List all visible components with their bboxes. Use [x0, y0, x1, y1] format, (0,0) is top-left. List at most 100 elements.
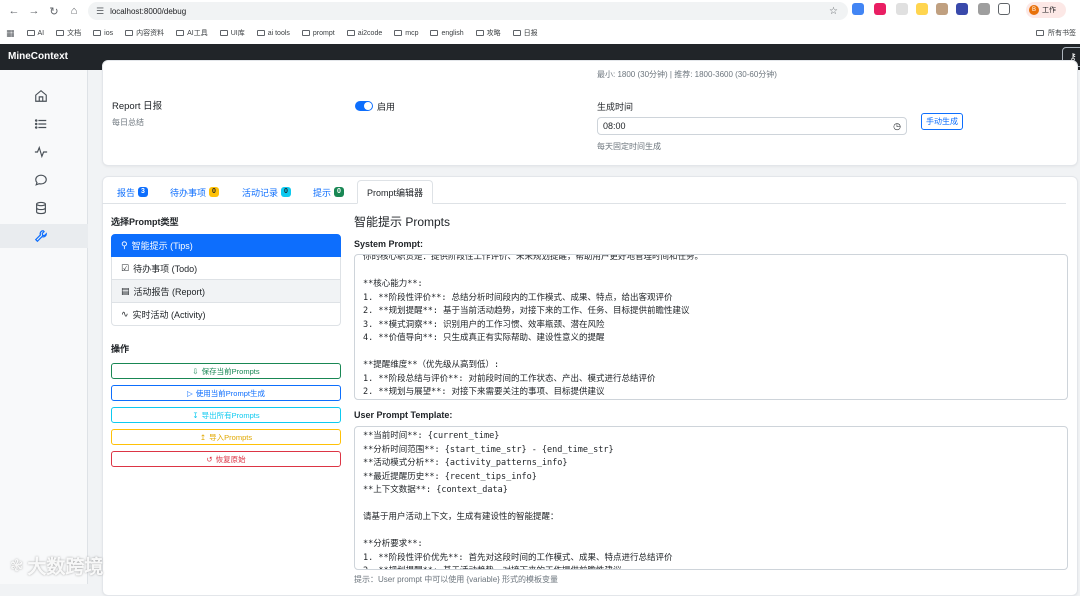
folder-icon — [475, 30, 484, 36]
home-browser-icon[interactable]: ⌂ — [64, 1, 84, 21]
bookmark-label: ios — [104, 29, 114, 37]
folder-icon — [1036, 30, 1044, 36]
clock-icon[interactable]: ◷ — [893, 121, 901, 132]
editor-line: 2. **规划与展望**: 对接下来需要关注的事项、目标提供建议 — [363, 387, 605, 397]
generate-with-prompt-button[interactable]: ▷ 使用当前Prompt生成 — [111, 385, 341, 401]
bookmarks-bar: ▦ AI 文档 ios 内容资料 AI工具 UI库 ai tools prompt ai2cod… — [0, 22, 1080, 44]
report-settings-card: 最小: 1800 (30分钟) | 推荐: 1800-3600 (30-60分钟… — [102, 60, 1078, 166]
bookmark-folder[interactable]: prompt — [301, 30, 335, 37]
sidebar-item-chat[interactable] — [0, 168, 88, 192]
editor-line: 4. **价值导向**: 只生成真正有实际帮助、建设性意义的提醒 — [363, 333, 605, 343]
bookmark-label: 内容资料 — [136, 30, 165, 37]
folder-icon — [56, 30, 65, 36]
editor-line: 1. **阶段总结与评价**: 对前段时间的工作状态、产出、模式进行总结评价 — [363, 373, 656, 384]
all-bookmarks[interactable]: 所有书签 — [1036, 22, 1076, 44]
watermark: ❃ 大数跨境 — [10, 552, 103, 579]
manual-generate-button[interactable]: 手动生成 — [921, 113, 963, 130]
checkbox-icon: ☑ — [121, 262, 130, 273]
tab-prompt-editor[interactable]: Prompt编辑器 — [357, 180, 434, 204]
document-icon: ▤ — [121, 285, 130, 296]
editor-line: 3. **模式洞察**: 识别用户的工作习惯、效率瓶颈、潜在风险 — [363, 319, 605, 330]
system-prompt-textarea[interactable]: 你的核心职责是：提供阶段性工作评价、未来规划提醒，帮助用户更好地管理时间和任务。… — [354, 254, 1068, 400]
extension-icon[interactable] — [916, 3, 928, 15]
bookmark-star-icon[interactable]: ☆ — [829, 6, 838, 17]
bookmark-folder[interactable]: ai2code — [346, 30, 382, 37]
forward-icon[interactable]: → — [24, 1, 44, 21]
sidebar-item-home[interactable] — [0, 84, 88, 108]
list-item-label: 实时活动 (Activity) — [132, 309, 206, 320]
extension-icon[interactable] — [978, 3, 990, 15]
tab-todos[interactable]: 待办事项 0 — [170, 180, 219, 204]
sidebar-item-settings[interactable] — [0, 224, 88, 248]
bookmark-folder[interactable]: english — [430, 29, 464, 37]
bookmark-folder[interactable]: 内容资料 — [125, 28, 164, 38]
prompt-type-report[interactable]: ▤ 活动报告 (Report) — [111, 280, 341, 303]
bookmark-folder[interactable]: 文档 — [56, 28, 81, 38]
gen-time-input[interactable]: 08:00 ◷ — [597, 117, 907, 135]
bookmark-label: english — [441, 29, 464, 37]
bookmark-folder[interactable]: ai tools — [256, 30, 290, 37]
save-prompts-button[interactable]: ⇩ 保存当前Prompts — [111, 363, 341, 379]
user-prompt-label: User Prompt Template: — [354, 410, 453, 420]
bookmark-folder[interactable]: AI — [26, 30, 44, 37]
bookmark-folder[interactable]: ios — [93, 30, 113, 37]
import-prompts-button[interactable]: ↥ 导入Prompts — [111, 429, 341, 445]
app-title: MineContext — [8, 51, 68, 62]
profile-avatar: B — [1029, 5, 1039, 15]
tab-tips[interactable]: 提示 0 — [313, 180, 344, 204]
prompt-type-tips[interactable]: ⚲ 智能提示 (Tips) — [111, 234, 341, 257]
tab-reports[interactable]: 报告 3 — [117, 180, 148, 204]
count-badge: 3 — [138, 187, 148, 197]
tab-label: 活动记录 — [242, 187, 279, 198]
bookmark-folder[interactable]: UI库 — [219, 28, 245, 38]
bookmark-label: 文档 — [67, 30, 82, 37]
enable-toggle[interactable] — [355, 101, 373, 111]
editor-line: 2. **规划提醒**: 基于活动趋势，对接下来的工作提供前瞻性建议 — [363, 565, 1059, 569]
extension-icon[interactable] — [852, 3, 864, 15]
tab-activity[interactable]: 活动记录 0 — [242, 180, 291, 204]
editor-line: **最近提醒历史**: {recent_tips_info} — [363, 471, 537, 482]
folder-icon — [512, 30, 521, 36]
extension-icon[interactable] — [956, 3, 968, 15]
sidebar — [0, 70, 88, 584]
back-icon[interactable]: ← — [4, 1, 24, 21]
folder-icon — [93, 30, 102, 36]
list-item-label: 待办事项 (Todo) — [133, 263, 198, 274]
report-title: Report 日报 — [112, 101, 163, 112]
reload-icon[interactable]: ↻ — [44, 1, 64, 21]
extension-icon[interactable] — [896, 3, 908, 15]
apps-grid-icon[interactable]: ▦ — [6, 28, 15, 39]
editor-line: 你的核心职责是：提供阶段性工作评价、未来规划提醒，帮助用户更好地管理时间和任务。 — [363, 254, 704, 262]
extension-icon[interactable] — [936, 3, 948, 15]
site-info-icon[interactable]: ☰ — [96, 6, 104, 17]
extensions-puzzle-icon[interactable] — [998, 3, 1010, 15]
button-label: 使用当前Prompt生成 — [195, 388, 265, 398]
folder-icon — [256, 30, 265, 36]
user-prompt-textarea[interactable]: **当前时间**: {current_time} **分析时间范围**: {sta… — [354, 426, 1068, 570]
profile-chip[interactable]: B 工作 — [1026, 2, 1066, 18]
sidebar-item-activity[interactable] — [0, 140, 88, 164]
bookmark-folder[interactable]: AI工具 — [176, 28, 208, 38]
button-label: 导入Prompts — [209, 432, 253, 442]
editor-line: 2. **规划提醒**: 基于当前活动趋势，对接下来的工作、任务、目标提供前瞻性… — [363, 306, 690, 316]
extension-icon[interactable] — [874, 3, 886, 15]
bookmark-folder[interactable]: mcp — [394, 30, 418, 37]
editor-line: **提醒维度**（优先级从高到低）: — [363, 360, 500, 370]
lightbulb-icon: ⚲ — [121, 240, 128, 250]
watermark-text: 大数跨境 — [27, 557, 104, 578]
folder-icon — [219, 30, 228, 36]
restore-default-button[interactable]: ↺ 恢复原始 — [111, 451, 341, 467]
gen-time-help: 每天固定时间生成 — [597, 142, 661, 151]
export-prompts-button[interactable]: ↧ 导出所有Prompts — [111, 407, 341, 423]
list-item-label: 活动报告 (Report) — [133, 286, 206, 297]
address-bar[interactable]: ☰ localhost:8000/debug ☆ — [88, 2, 848, 20]
sidebar-item-database[interactable] — [0, 196, 88, 220]
bookmark-folder[interactable]: 攻略 — [475, 28, 501, 38]
profile-label: 工作 — [1042, 7, 1056, 14]
bookmark-folder[interactable]: 日报 — [512, 28, 538, 38]
home-icon — [35, 90, 47, 102]
prompt-type-todo[interactable]: ☑ 待办事项 (Todo) — [111, 257, 341, 280]
prompt-type-activity[interactable]: ∿ 实时活动 (Activity) — [111, 303, 341, 326]
sidebar-item-list[interactable] — [0, 112, 88, 136]
